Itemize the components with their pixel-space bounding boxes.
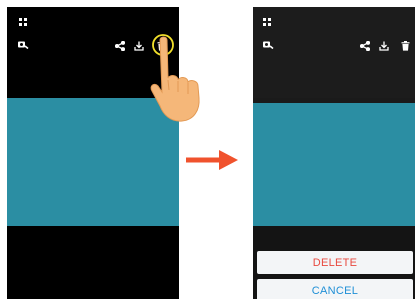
trash-icon[interactable] <box>401 41 410 51</box>
pointing-hand-icon <box>148 34 208 131</box>
top-toolbar <box>253 7 415 98</box>
delete-button[interactable]: DELETE <box>257 251 413 274</box>
download-icon[interactable] <box>134 41 144 51</box>
arrow-right-icon <box>186 149 238 176</box>
empty-area <box>7 226 179 299</box>
confirm-dialog-area: DELETE CANCEL <box>253 226 415 299</box>
share-icon[interactable] <box>360 41 370 51</box>
camera-search-icon[interactable] <box>18 40 29 49</box>
grid-menu-icon[interactable] <box>19 18 27 26</box>
cancel-button[interactable]: CANCEL <box>257 279 413 299</box>
share-icon[interactable] <box>115 41 125 51</box>
camera-search-icon[interactable] <box>263 40 274 49</box>
grid-menu-icon[interactable] <box>263 18 271 26</box>
download-icon[interactable] <box>379 41 389 51</box>
phone-screen-after: DELETE CANCEL <box>253 7 415 299</box>
photo-preview <box>253 103 415 226</box>
